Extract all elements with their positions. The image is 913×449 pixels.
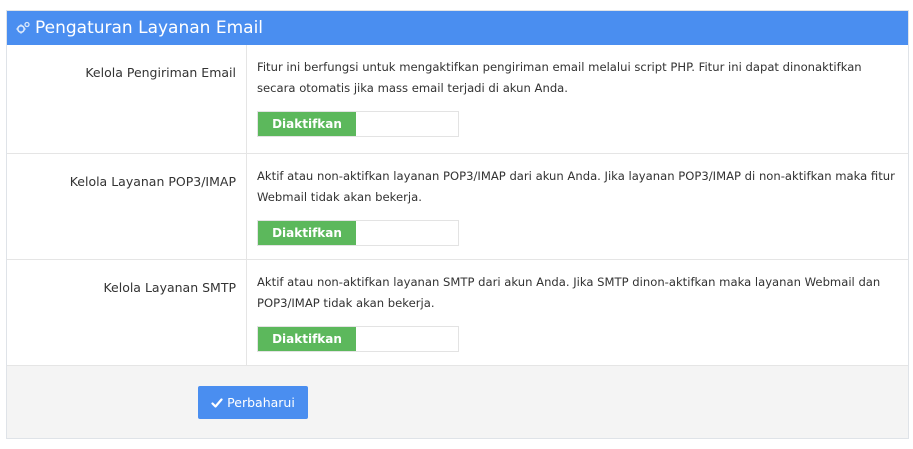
smtp-toggle[interactable]: Diaktifkan <box>257 326 459 352</box>
row-description: Fitur ini berfungsi untuk mengaktifkan p… <box>257 60 862 95</box>
settings-row-smtp: Kelola Layanan SMTP Aktif atau non-aktif… <box>7 260 908 366</box>
row-content: Aktif atau non-aktifkan layanan SMTP dar… <box>247 260 908 365</box>
panel-title: Pengaturan Layanan Email <box>35 18 264 38</box>
update-button[interactable]: Perbaharui <box>198 386 308 419</box>
toggle-on-label: Diaktifkan <box>258 327 356 351</box>
row-label: Kelola Pengiriman Email <box>7 45 247 153</box>
pop3-imap-toggle[interactable]: Diaktifkan <box>257 220 459 246</box>
settings-row-email-sending: Kelola Pengiriman Email Fitur ini berfun… <box>7 45 908 154</box>
cogs-icon <box>15 20 31 36</box>
email-service-panel: Pengaturan Layanan Email Kelola Pengirim… <box>6 10 909 439</box>
update-button-label: Perbaharui <box>227 395 295 410</box>
row-content: Fitur ini berfungsi untuk mengaktifkan p… <box>247 45 908 153</box>
row-description: Aktif atau non-aktifkan layanan POP3/IMA… <box>257 169 895 204</box>
check-icon <box>211 397 223 409</box>
row-label: Kelola Layanan POP3/IMAP <box>7 154 247 259</box>
row-description: Aktif atau non-aktifkan layanan SMTP dar… <box>257 275 881 310</box>
panel-footer: Perbaharui <box>7 366 908 438</box>
email-sending-toggle[interactable]: Diaktifkan <box>257 111 459 137</box>
toggle-on-label: Diaktifkan <box>258 221 356 245</box>
panel-header: Pengaturan Layanan Email <box>7 11 908 45</box>
settings-row-pop3-imap: Kelola Layanan POP3/IMAP Aktif atau non-… <box>7 154 908 260</box>
row-content: Aktif atau non-aktifkan layanan POP3/IMA… <box>247 154 908 259</box>
toggle-on-label: Diaktifkan <box>258 112 356 136</box>
row-label: Kelola Layanan SMTP <box>7 260 247 365</box>
